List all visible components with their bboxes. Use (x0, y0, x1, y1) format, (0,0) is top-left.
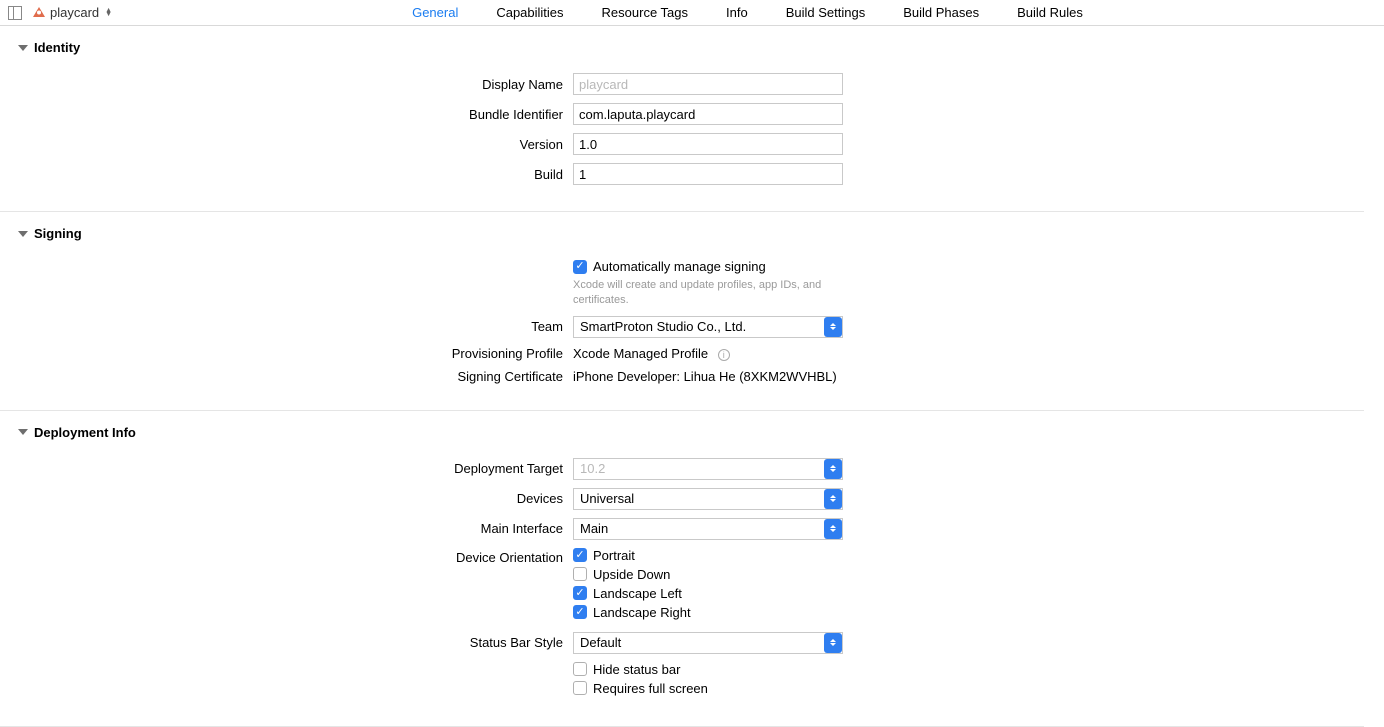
main-interface-label: Main Interface (18, 521, 573, 536)
select-stepper-icon (824, 317, 842, 337)
status-bar-style-select[interactable]: Default (573, 632, 843, 654)
provisioning-profile-label: Provisioning Profile (18, 346, 573, 361)
orientation-landscape-left-checkbox[interactable] (573, 586, 587, 600)
info-icon[interactable]: i (718, 349, 730, 361)
requires-full-screen-checkbox[interactable] (573, 681, 587, 695)
tab-build-settings[interactable]: Build Settings (786, 1, 866, 24)
tab-general[interactable]: General (412, 1, 458, 24)
devices-select[interactable]: Universal (573, 488, 843, 510)
editor-top-bar: playcard ▲▼ General Capabilities Resourc… (0, 0, 1384, 26)
section-header-identity[interactable]: Identity (18, 40, 1364, 55)
disclosure-triangle-icon (18, 429, 28, 435)
section-title: Identity (34, 40, 80, 55)
signing-cert-label: Signing Certificate (18, 369, 573, 384)
main-interface-value: Main (580, 521, 608, 536)
panel-toggle-icon[interactable] (8, 6, 22, 20)
build-input[interactable] (573, 163, 843, 185)
section-deployment: Deployment Info Deployment Target 10.2 D… (0, 411, 1364, 727)
tab-build-phases[interactable]: Build Phases (903, 1, 979, 24)
display-name-label: Display Name (18, 77, 573, 92)
auto-manage-signing-hint: Xcode will create and update profiles, a… (573, 278, 833, 308)
orientation-label: Upside Down (593, 567, 670, 582)
deployment-target-value: 10.2 (580, 461, 605, 476)
section-title: Signing (34, 226, 82, 241)
section-header-deployment[interactable]: Deployment Info (18, 425, 1364, 440)
updown-icon: ▲▼ (105, 9, 112, 17)
team-label: Team (18, 319, 573, 334)
target-name: playcard (50, 5, 99, 20)
orientation-portrait-checkbox[interactable] (573, 548, 587, 562)
section-identity: Identity Display Name Bundle Identifier … (0, 26, 1364, 212)
tab-capabilities[interactable]: Capabilities (496, 1, 563, 24)
select-stepper-icon (824, 633, 842, 653)
deployment-target-select[interactable]: 10.2 (573, 458, 843, 480)
tab-info[interactable]: Info (726, 1, 748, 24)
auto-manage-signing-label: Automatically manage signing (593, 259, 766, 274)
disclosure-triangle-icon (18, 231, 28, 237)
display-name-input[interactable] (573, 73, 843, 95)
devices-label: Devices (18, 491, 573, 506)
main-interface-select[interactable]: Main (573, 518, 843, 540)
hide-status-bar-label: Hide status bar (593, 662, 680, 677)
device-orientation-label: Device Orientation (18, 548, 573, 565)
signing-cert-value: iPhone Developer: Lihua He (8XKM2WVHBL) (573, 369, 837, 384)
bundle-id-label: Bundle Identifier (18, 107, 573, 122)
orientation-label: Portrait (593, 548, 635, 563)
section-signing: Signing Automatically manage signing Xco… (0, 212, 1364, 411)
team-value: SmartProton Studio Co., Ltd. (580, 319, 746, 334)
section-header-signing[interactable]: Signing (18, 226, 1364, 241)
bundle-id-input[interactable] (573, 103, 843, 125)
select-stepper-icon (824, 459, 842, 479)
team-select[interactable]: SmartProton Studio Co., Ltd. (573, 316, 843, 338)
target-selector[interactable]: playcard ▲▼ (32, 5, 112, 20)
hide-status-bar-checkbox[interactable] (573, 662, 587, 676)
orientation-landscape-right-checkbox[interactable] (573, 605, 587, 619)
orientation-upside-down-checkbox[interactable] (573, 567, 587, 581)
orientation-label: Landscape Left (593, 586, 682, 601)
disclosure-triangle-icon (18, 45, 28, 51)
tab-build-rules[interactable]: Build Rules (1017, 1, 1083, 24)
provisioning-profile-value: Xcode Managed Profile (573, 346, 708, 361)
select-stepper-icon (824, 489, 842, 509)
deployment-target-label: Deployment Target (18, 461, 573, 476)
orientation-label: Landscape Right (593, 605, 691, 620)
select-stepper-icon (824, 519, 842, 539)
section-title: Deployment Info (34, 425, 136, 440)
devices-value: Universal (580, 491, 634, 506)
status-bar-style-value: Default (580, 635, 621, 650)
version-label: Version (18, 137, 573, 152)
version-input[interactable] (573, 133, 843, 155)
requires-full-screen-label: Requires full screen (593, 681, 708, 696)
tab-resource-tags[interactable]: Resource Tags (602, 1, 688, 24)
editor-tabs: General Capabilities Resource Tags Info … (412, 1, 1083, 24)
status-bar-style-label: Status Bar Style (18, 635, 573, 650)
auto-manage-signing-checkbox[interactable] (573, 260, 587, 274)
build-label: Build (18, 167, 573, 182)
app-icon (32, 6, 46, 20)
